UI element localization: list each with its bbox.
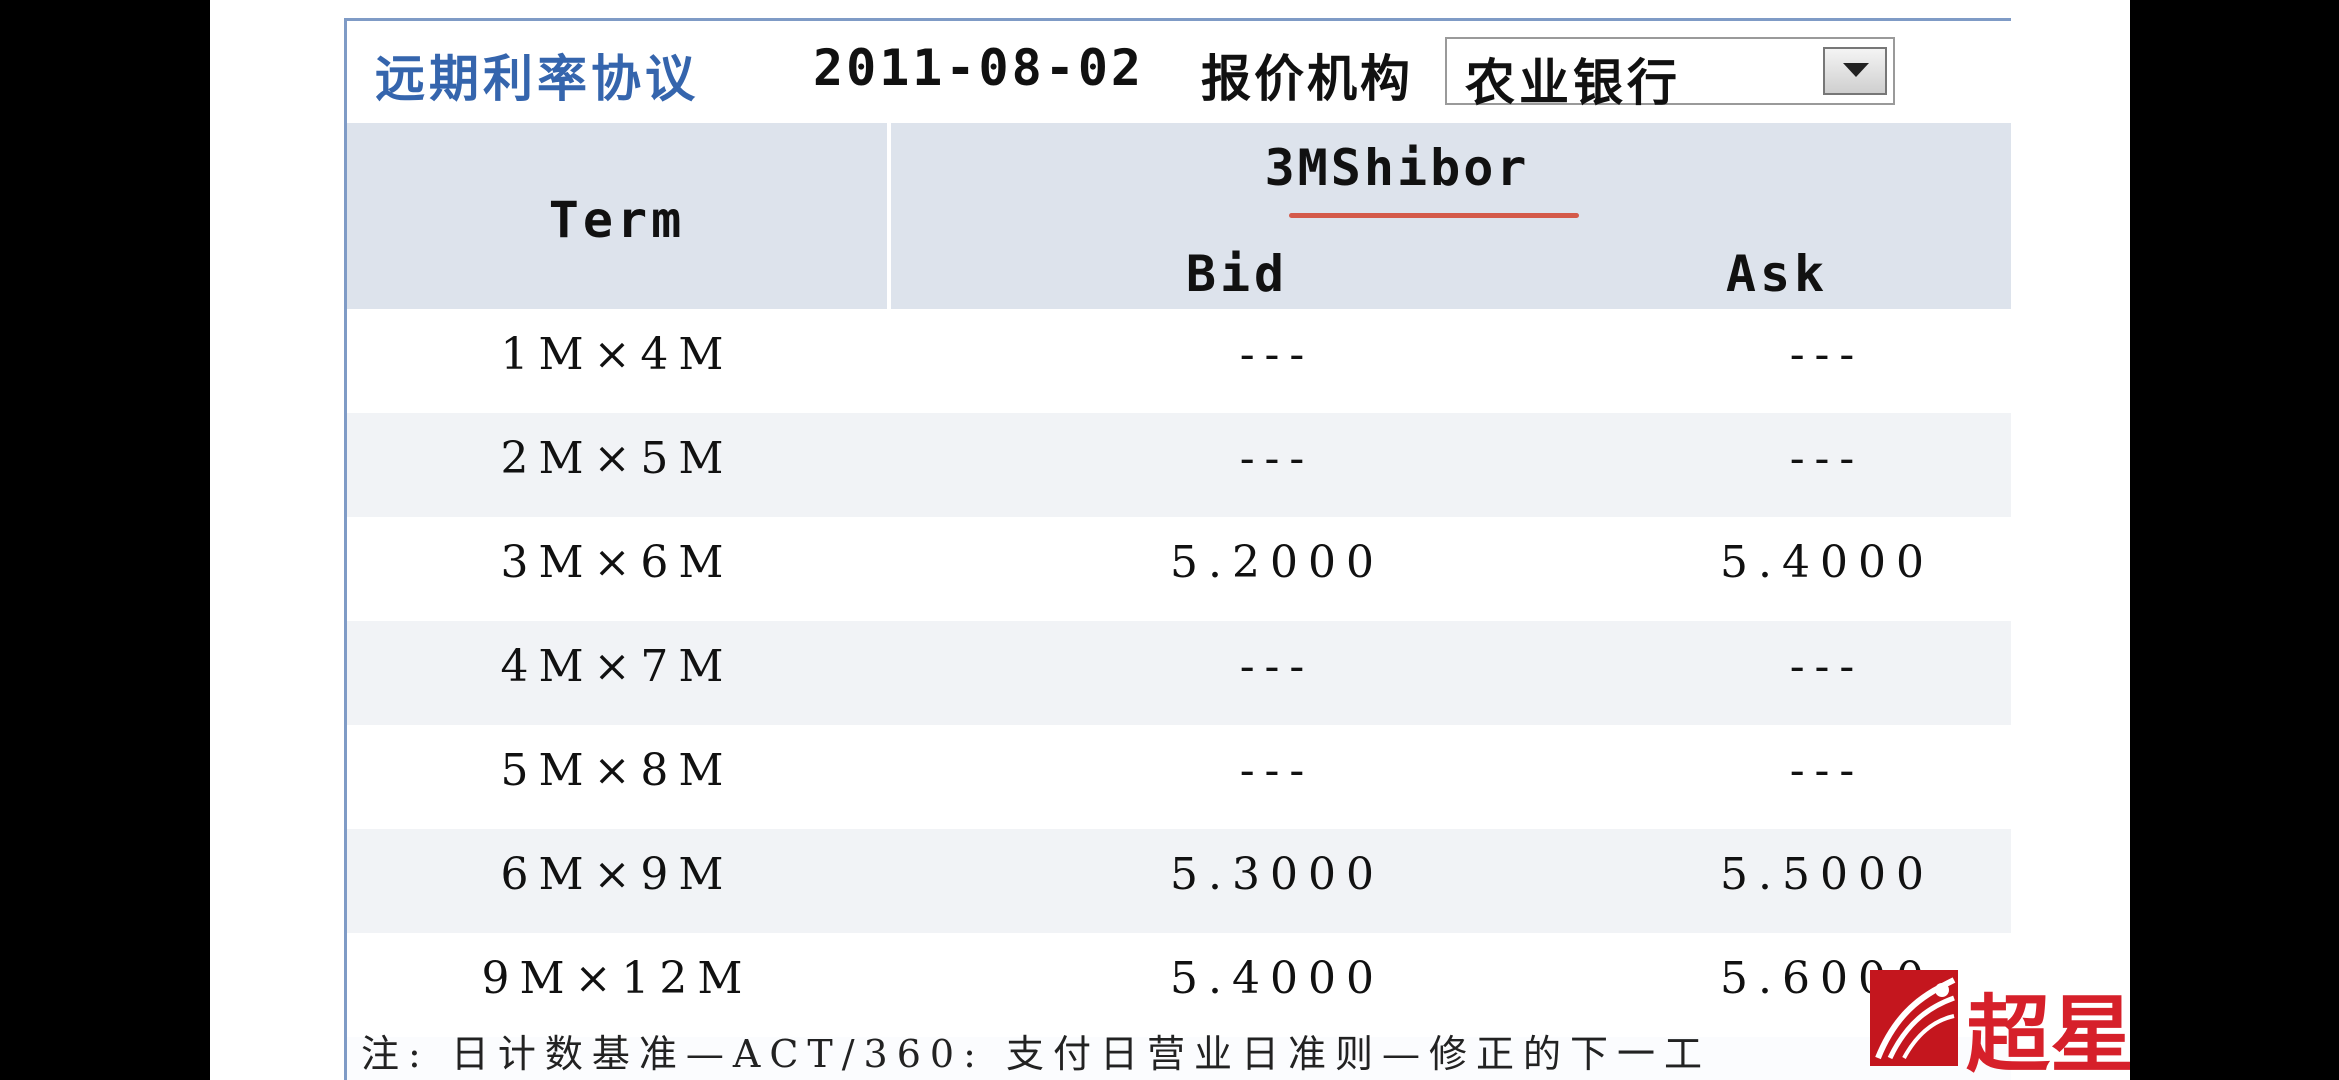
table-header: Term 3MShibor Bid Ask	[347, 123, 2011, 309]
page-title: 远期利率协议	[375, 50, 699, 108]
bid-cell: 5.3000	[1170, 849, 1384, 900]
bid-cell: 5.2000	[1170, 537, 1384, 588]
watermark-text: 超星	[1966, 985, 2130, 1080]
bid-cell: ---	[1239, 433, 1315, 484]
chaoxing-logo-icon	[1870, 970, 1958, 1066]
bid-cell: ---	[1239, 745, 1315, 796]
table-row: 1M×4M --- ---	[347, 309, 2011, 413]
term-cell: 5M×8M	[500, 745, 734, 796]
bid-cell: 5.4000	[1170, 953, 1384, 1004]
ask-cell: 5.4000	[1720, 537, 1934, 588]
chevron-down-icon	[1843, 63, 1869, 77]
dropdown-button[interactable]	[1823, 47, 1887, 95]
quoter-select[interactable]: 农业银行	[1445, 37, 1895, 112]
table-row: 4M×7M --- ---	[347, 621, 2011, 725]
term-cell: 4M×7M	[500, 641, 734, 692]
quote-date: 2011-08-02	[813, 39, 1145, 97]
ask-cell: ---	[1789, 745, 1865, 796]
video-frame: 远期利率协议 2011-08-02 报价机构 农业银行 Term 3MShibo…	[210, 0, 2130, 1080]
ask-cell: ---	[1789, 433, 1865, 484]
term-cell: 1M×4M	[500, 329, 734, 380]
bid-cell: ---	[1239, 641, 1315, 692]
term-cell: 9M×12M	[481, 953, 753, 1004]
shibor-group-header: 3MShibor	[1264, 139, 1530, 197]
annotation-underline	[1289, 213, 1579, 218]
term-cell: 2M×5M	[500, 433, 734, 484]
bid-column-header: Bid	[1185, 245, 1289, 303]
quoter-select-value: 农业银行	[1465, 54, 1681, 112]
fra-quote-panel: 远期利率协议 2011-08-02 报价机构 农业银行 Term 3MShibo…	[344, 18, 2011, 1080]
term-cell: 6M×9M	[500, 849, 734, 900]
term-column-header: Term	[548, 191, 686, 249]
ask-column-header: Ask	[1725, 245, 1829, 303]
table-row: 2M×5M --- ---	[347, 413, 2011, 517]
ask-cell: 5.5000	[1720, 849, 1934, 900]
table-row: 6M×9M 5.3000 5.5000	[347, 829, 2011, 933]
table-row: 3M×6M 5.2000 5.4000	[347, 517, 2011, 621]
table-row: 5M×8M --- ---	[347, 725, 2011, 829]
footnote: 注: 日计数基准—ACT/360: 支付日营业日准则—修正的下一工	[361, 1032, 1711, 1076]
term-cell: 3M×6M	[500, 537, 734, 588]
ask-cell: ---	[1789, 641, 1865, 692]
ask-cell: ---	[1789, 329, 1865, 380]
bid-cell: ---	[1239, 329, 1315, 380]
watermark: 超星	[1868, 946, 2130, 1080]
table-row: 9M×12M 5.4000 5.6000	[347, 933, 2011, 1037]
quoter-label: 报价机构	[1201, 50, 1413, 108]
title-bar: 远期利率协议 2011-08-02 报价机构 农业银行	[347, 21, 2011, 123]
header-divider	[887, 123, 891, 309]
